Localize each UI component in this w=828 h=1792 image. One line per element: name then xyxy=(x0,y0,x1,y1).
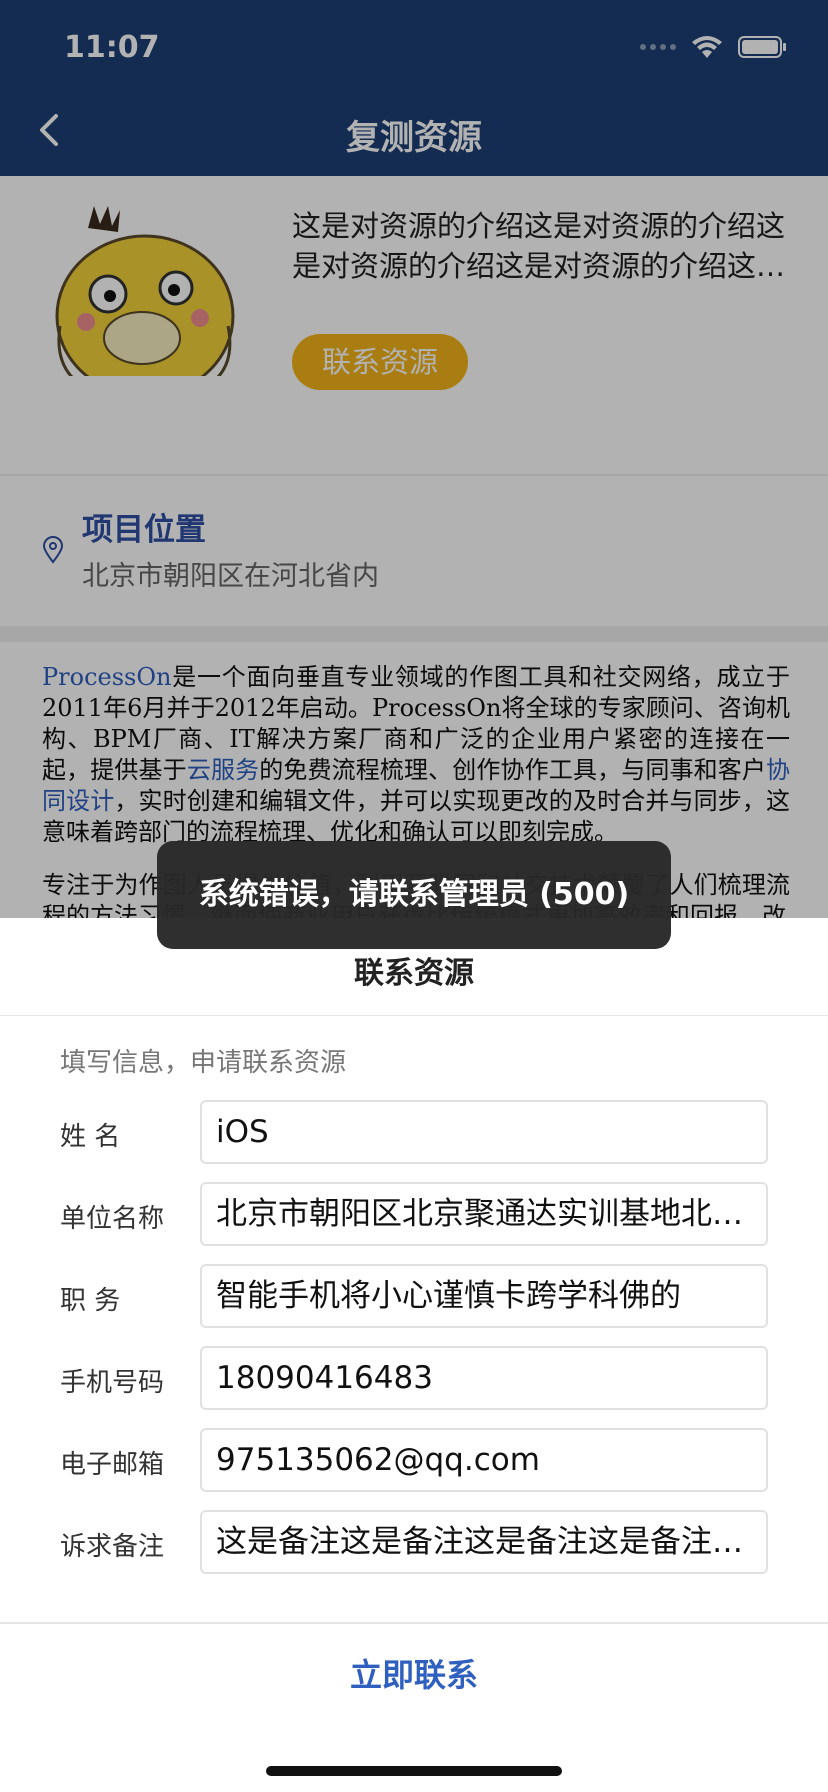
position-row: 职 务 智能手机将小心谨慎卡跨学科佛的 xyxy=(60,1264,768,1328)
home-indicator[interactable] xyxy=(266,1766,562,1776)
sheet-title: 联系资源 xyxy=(354,956,474,991)
remark-label: 诉求备注 xyxy=(60,1532,165,1562)
divider xyxy=(0,1622,828,1624)
name-label: 姓 名 xyxy=(60,1122,121,1152)
contact-sheet: 联系资源 填写信息，申请联系资源 姓 名 iOS 单位名称 北京市朝阳区北京聚通… xyxy=(0,918,828,1792)
remark-row: 诉求备注 这是备注这是备注这是备注这是备注这是备注 xyxy=(60,1510,768,1574)
company-field[interactable]: 北京市朝阳区北京聚通达实训基地北京聚通达实训基地 xyxy=(200,1182,768,1246)
divider xyxy=(0,1015,828,1016)
form-hint: 填写信息，申请联系资源 xyxy=(60,1048,347,1078)
screen: 11:07 复测资源 这是对资源的介绍这是对资源的介绍这是对资源的介绍这是对资源… xyxy=(0,0,828,1792)
error-toast: 系统错误，请联系管理员 (500) xyxy=(157,841,671,949)
position-label: 职 务 xyxy=(60,1286,121,1316)
phone-row: 手机号码 18090416483 xyxy=(60,1346,768,1410)
contact-now-button[interactable]: 立即联系 xyxy=(0,1650,828,1696)
phone-field[interactable]: 18090416483 xyxy=(200,1346,768,1410)
phone-label: 手机号码 xyxy=(60,1368,165,1398)
company-row: 单位名称 北京市朝阳区北京聚通达实训基地北京聚通达实训基地 xyxy=(60,1182,768,1246)
email-label: 电子邮箱 xyxy=(60,1450,165,1480)
position-field[interactable]: 智能手机将小心谨慎卡跨学科佛的 xyxy=(200,1264,768,1328)
remark-field[interactable]: 这是备注这是备注这是备注这是备注这是备注 xyxy=(200,1510,768,1574)
name-row: 姓 名 iOS xyxy=(60,1100,768,1164)
email-field[interactable]: 975135062@qq.com xyxy=(200,1428,768,1492)
company-label: 单位名称 xyxy=(60,1204,165,1234)
email-row: 电子邮箱 975135062@qq.com xyxy=(60,1428,768,1492)
name-field[interactable]: iOS xyxy=(200,1100,768,1164)
